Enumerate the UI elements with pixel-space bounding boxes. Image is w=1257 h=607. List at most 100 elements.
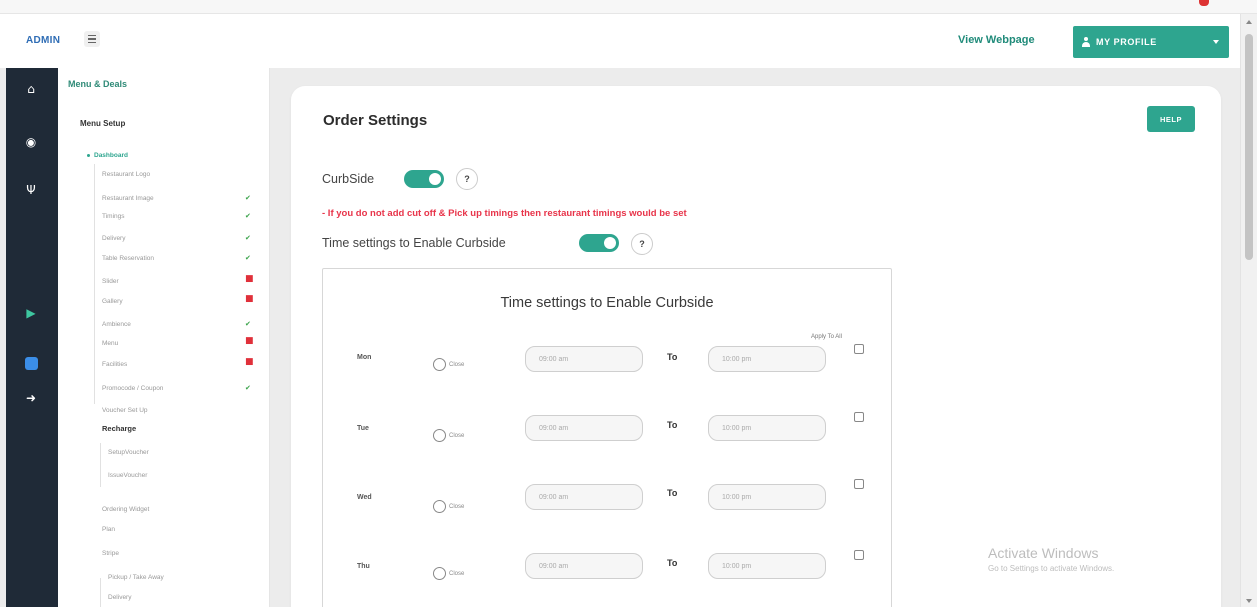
scrollbar-thumb[interactable] bbox=[1245, 34, 1253, 260]
curbside-help-icon[interactable]: ? bbox=[456, 168, 478, 190]
day-label-wed: Wed bbox=[357, 494, 372, 501]
sidebar-item-timings[interactable]: Timings bbox=[102, 213, 125, 220]
sidebar-item-ordering-widget[interactable]: Ordering Widget bbox=[102, 506, 149, 513]
page-title: Order Settings bbox=[323, 112, 428, 129]
sidebar-item-table-reservation[interactable]: Table Reservation bbox=[102, 255, 154, 262]
sidebar-item-restaurant-image[interactable]: Restaurant Image bbox=[102, 195, 154, 202]
time-settings-label: Time settings to Enable Curbside bbox=[322, 236, 506, 250]
apply-all-checkbox-tue[interactable] bbox=[854, 412, 864, 422]
sidebar-item-restaurant-logo[interactable]: Restaurant Logo bbox=[102, 171, 150, 178]
close-label: Close bbox=[449, 362, 465, 368]
sidebar-item-delivery[interactable]: Delivery bbox=[102, 235, 125, 242]
app-store-icon[interactable] bbox=[24, 357, 38, 371]
menu-toggle-icon[interactable] bbox=[84, 31, 100, 47]
to-time-input-mon[interactable]: 10:00 pm bbox=[708, 346, 826, 372]
home-icon[interactable]: ⌂ bbox=[24, 82, 38, 96]
check-icon: ✔ bbox=[245, 212, 251, 220]
utensils-icon[interactable]: Ψ bbox=[24, 183, 38, 197]
sidebar-item-ambience[interactable]: Ambience bbox=[102, 321, 131, 328]
time-settings-box: Time settings to Enable Curbside Apply T… bbox=[322, 268, 892, 607]
menu-sidebar: Menu & Deals Menu Setup Dashboard Restau… bbox=[58, 68, 270, 607]
tree-line bbox=[100, 443, 101, 487]
check-icon: ✔ bbox=[245, 384, 251, 392]
check-icon: ✔ bbox=[245, 254, 251, 262]
my-profile-button[interactable]: MY PROFILE bbox=[1073, 26, 1229, 58]
tree-line bbox=[100, 578, 101, 607]
sidebar-item-voucher-setup[interactable]: Voucher Set Up bbox=[102, 407, 148, 414]
to-time-input-tue[interactable]: 10:00 pm bbox=[708, 415, 826, 441]
sidebar-item-gallery[interactable]: Gallery bbox=[102, 298, 123, 305]
caret-down-icon bbox=[1213, 40, 1219, 44]
scroll-down-icon[interactable] bbox=[1246, 599, 1252, 603]
apply-to-all-label: Apply To All bbox=[811, 334, 842, 340]
close-radio-mon[interactable] bbox=[433, 358, 446, 371]
time-box-title: Time settings to Enable Curbside bbox=[500, 295, 714, 311]
sidebar-item-recharge[interactable]: Recharge bbox=[102, 424, 136, 433]
time-settings-toggle[interactable] bbox=[579, 234, 619, 252]
view-webpage-link[interactable]: View Webpage bbox=[958, 34, 1035, 46]
sidebar-item-setup-voucher[interactable]: SetupVoucher bbox=[108, 449, 149, 456]
user-icon bbox=[1081, 37, 1091, 47]
from-time-input-mon[interactable]: 09:00 am bbox=[525, 346, 643, 372]
missing-icon: ■ bbox=[245, 294, 254, 304]
watermark-line-1: Activate Windows bbox=[988, 545, 1099, 561]
play-store-icon[interactable]: ▶ bbox=[24, 306, 38, 320]
to-label: To bbox=[667, 352, 678, 362]
close-label: Close bbox=[449, 504, 465, 510]
tree-line bbox=[94, 164, 95, 404]
from-time-input-wed[interactable]: 09:00 am bbox=[525, 484, 643, 510]
missing-icon: ■ bbox=[245, 357, 254, 367]
to-label: To bbox=[667, 420, 678, 430]
sidebar-item-stripe-delivery[interactable]: Delivery bbox=[108, 594, 131, 601]
sidebar-item-slider[interactable]: Slider bbox=[102, 278, 119, 285]
to-label: To bbox=[667, 558, 678, 568]
sidebar-item-stripe[interactable]: Stripe bbox=[102, 550, 119, 557]
order-settings-card: Order Settings HELP CurbSide ? - If you … bbox=[291, 86, 1221, 607]
missing-icon: ■ bbox=[245, 336, 254, 346]
curbside-toggle[interactable] bbox=[404, 170, 444, 188]
close-label: Close bbox=[449, 433, 465, 439]
check-icon: ✔ bbox=[245, 234, 251, 242]
apply-all-checkbox-mon[interactable] bbox=[854, 344, 864, 354]
day-label-mon: Mon bbox=[357, 354, 372, 361]
watermark-line-2: Go to Settings to activate Windows. bbox=[988, 564, 1115, 573]
top-header: ADMIN View Webpage MY PROFILE bbox=[0, 14, 1240, 68]
browser-top-strip bbox=[0, 0, 1257, 14]
missing-icon: ■ bbox=[245, 274, 254, 284]
from-time-input-thu[interactable]: 09:00 am bbox=[525, 553, 643, 579]
sidebar-item-dashboard[interactable]: Dashboard bbox=[87, 152, 128, 159]
sidebar-heading[interactable]: Menu & Deals bbox=[68, 79, 127, 89]
logout-icon[interactable]: ➜ bbox=[24, 391, 38, 405]
to-time-input-thu[interactable]: 10:00 pm bbox=[708, 553, 826, 579]
apply-all-checkbox-wed[interactable] bbox=[854, 479, 864, 489]
close-radio-wed[interactable] bbox=[433, 500, 446, 513]
to-time-input-wed[interactable]: 10:00 pm bbox=[708, 484, 826, 510]
close-radio-tue[interactable] bbox=[433, 429, 446, 442]
page-scrollbar[interactable] bbox=[1240, 14, 1257, 607]
day-label-tue: Tue bbox=[357, 425, 369, 432]
globe-icon[interactable]: ◉ bbox=[24, 135, 38, 149]
from-time-input-tue[interactable]: 09:00 am bbox=[525, 415, 643, 441]
sidebar-item-pickup[interactable]: Pickup / Take Away bbox=[108, 574, 164, 581]
icon-rail: ⌂ ◉ Ψ ▶ ➜ bbox=[6, 68, 58, 607]
sidebar-section-title[interactable]: Menu Setup bbox=[80, 119, 125, 128]
scroll-up-icon[interactable] bbox=[1246, 20, 1252, 24]
help-button[interactable]: HELP bbox=[1147, 106, 1195, 132]
sidebar-item-facilities[interactable]: Facilities bbox=[102, 361, 127, 368]
activate-windows-watermark: Activate Windows Go to Settings to activ… bbox=[988, 545, 1114, 573]
warning-text: - If you do not add cut off & Pick up ti… bbox=[322, 208, 687, 219]
sidebar-item-issue-voucher[interactable]: IssueVoucher bbox=[108, 472, 147, 479]
notification-dot bbox=[1199, 0, 1209, 6]
brand-label[interactable]: ADMIN bbox=[26, 35, 60, 46]
sidebar-item-plan[interactable]: Plan bbox=[102, 526, 115, 533]
close-radio-thu[interactable] bbox=[433, 567, 446, 580]
to-label: To bbox=[667, 488, 678, 498]
day-label-thu: Thu bbox=[357, 563, 370, 570]
apply-all-checkbox-thu[interactable] bbox=[854, 550, 864, 560]
close-label: Close bbox=[449, 571, 465, 577]
sidebar-item-promocode[interactable]: Promocode / Coupon bbox=[102, 385, 163, 392]
sidebar-item-menu[interactable]: Menu bbox=[102, 340, 118, 347]
my-profile-label: MY PROFILE bbox=[1096, 37, 1157, 47]
time-settings-help-icon[interactable]: ? bbox=[631, 233, 653, 255]
check-icon: ✔ bbox=[245, 320, 251, 328]
